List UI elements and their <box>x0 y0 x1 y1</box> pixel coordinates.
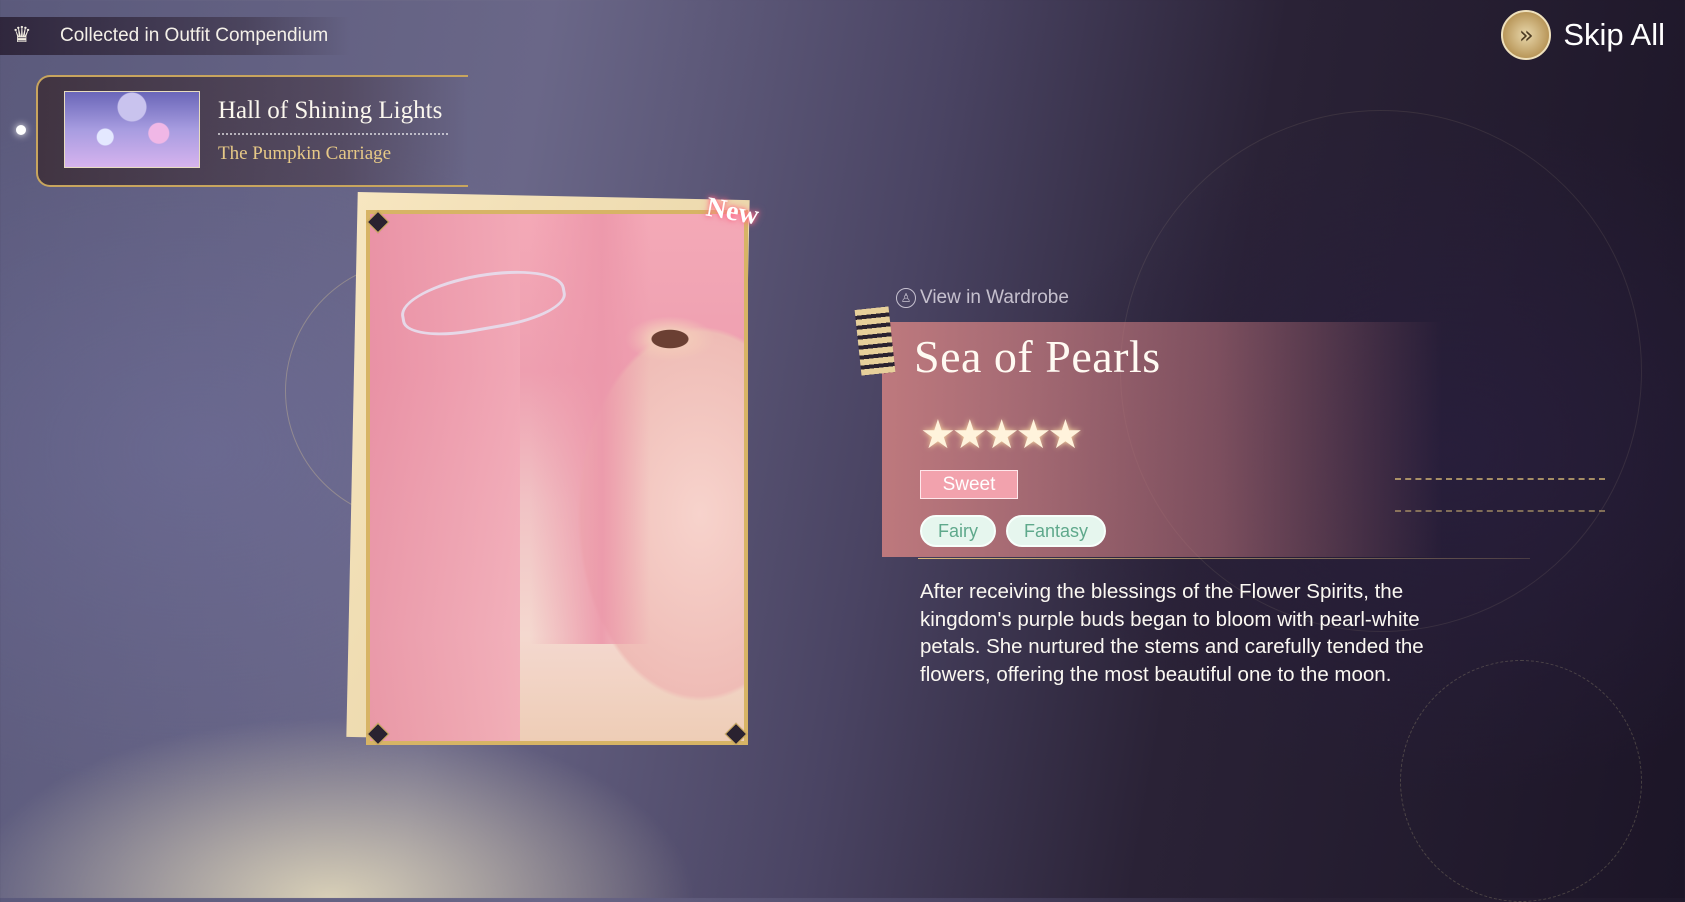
set-name: Hall of Shining Lights <box>218 97 443 124</box>
view-in-wardrobe-label: View in Wardrobe <box>920 287 1069 308</box>
attribute-tag: Fantasy <box>1006 515 1107 547</box>
set-thumbnail <box>64 91 200 168</box>
collected-banner: ♛ Collected in Outfit Compendium <box>0 17 350 55</box>
skip-all-button[interactable]: » Skip All <box>1501 10 1665 60</box>
skip-all-label: Skip All <box>1563 17 1665 52</box>
outfit-description: After receiving the blessings of the Flo… <box>920 580 1424 686</box>
outfit-title: Sea of Pearls <box>914 331 1161 382</box>
decor-circle-bottom-right <box>1400 660 1642 902</box>
outfit-icon: ♛ <box>12 23 32 48</box>
outfit-portrait <box>366 210 748 745</box>
rarity-stars-icon: ★★★★★ <box>920 412 1083 458</box>
set-card[interactable]: Hall of Shining Lights The Pumpkin Carri… <box>36 75 468 187</box>
set-divider <box>218 133 448 135</box>
view-in-wardrobe-link[interactable]: ♙ View in Wardrobe <box>896 287 1069 309</box>
panel-tape-decor <box>854 306 896 376</box>
double-chevron-right-icon: » <box>1501 10 1552 60</box>
sparkle-icon <box>16 125 26 135</box>
gold-line-decor <box>1395 478 1605 512</box>
attribute-tag: Fairy <box>920 515 996 547</box>
style-tag: Sweet <box>920 470 1018 499</box>
collected-text: Collected in Outfit Compendium <box>60 25 329 46</box>
panel-divider <box>918 558 1530 559</box>
set-subtitle: The Pumpkin Carriage <box>218 143 392 164</box>
attribute-tags: Fairy Fantasy <box>920 515 1107 547</box>
wardrobe-icon: ♙ <box>896 288 916 308</box>
